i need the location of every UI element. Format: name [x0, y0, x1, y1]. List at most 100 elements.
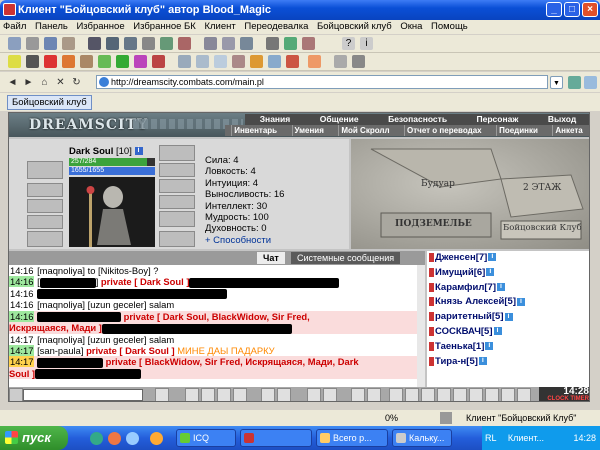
nav-knowledge[interactable]: Знания	[260, 114, 291, 125]
trade-icon[interactable]	[453, 388, 467, 401]
online-user[interactable]: Имущий[6] i	[429, 266, 589, 281]
slot-amulet[interactable]	[27, 183, 63, 197]
player-info-icon[interactable]: i	[134, 147, 143, 156]
start-button[interactable]: пуск	[0, 426, 68, 450]
scroll-icon[interactable]	[178, 55, 191, 68]
leaf-icon[interactable]	[98, 55, 111, 68]
map-label-floor2[interactable]: 2 ЭТАЖ	[523, 183, 561, 193]
ruby-icon[interactable]	[152, 55, 165, 68]
tab-chat[interactable]: Чат	[257, 252, 285, 264]
task-empty[interactable]	[240, 429, 312, 447]
tree-icon[interactable]	[160, 37, 173, 50]
heart-icon[interactable]	[44, 55, 57, 68]
filter-icon[interactable]	[201, 388, 215, 401]
bomb-icon[interactable]	[26, 55, 39, 68]
shield-icon[interactable]	[178, 37, 191, 50]
slot-shield[interactable]	[159, 195, 195, 209]
elixir-icon[interactable]	[268, 55, 281, 68]
user-info-icon[interactable]: i	[488, 253, 497, 262]
fire-icon[interactable]	[62, 55, 75, 68]
menu-fight-club[interactable]: Бойцовский клуб	[314, 21, 395, 32]
player-avatar[interactable]	[69, 177, 155, 247]
menu-favorites-bk[interactable]: Избранное БК	[130, 21, 199, 32]
online-user-name[interactable]: СОСКВАЧ	[435, 326, 481, 337]
chat-text[interactable]: [maqnoliya]	[37, 265, 85, 276]
star-icon[interactable]	[8, 55, 21, 68]
menu-panel[interactable]: Панель	[32, 21, 71, 32]
screen-icon[interactable]	[240, 37, 253, 50]
private-msg-icon[interactable]	[429, 356, 434, 366]
chat-mode-icon[interactable]	[277, 388, 291, 401]
nav-character[interactable]: Персонаж	[477, 114, 519, 125]
timer-icon[interactable]	[469, 388, 483, 401]
user-info-icon[interactable]: i	[504, 312, 513, 321]
maximize-button[interactable]: □	[564, 2, 580, 17]
nav-skills[interactable]: Умения	[291, 125, 326, 136]
chat-text[interactable]: [san-paula]	[37, 345, 83, 356]
book-icon[interactable]	[232, 55, 245, 68]
close-button[interactable]: ×	[582, 2, 598, 17]
map-label-dungeon[interactable]: ПОДЗЕМЕЛЬЕ	[395, 219, 472, 229]
mail-icon[interactable]	[222, 37, 235, 50]
coins-icon[interactable]	[405, 388, 419, 401]
group-icon[interactable]	[124, 37, 137, 50]
info-icon[interactable]: i	[360, 37, 373, 50]
panel-icon[interactable]	[8, 37, 21, 50]
translit-icon[interactable]	[307, 388, 321, 401]
map-label-boudoir[interactable]: Будуар	[421, 179, 455, 189]
url-input[interactable]: http://dreamscity.combats.com/main.pl	[96, 75, 548, 89]
ie-small-icon[interactable]	[584, 76, 597, 89]
private-msg-icon[interactable]	[429, 297, 434, 307]
chat-input[interactable]	[23, 389, 143, 401]
tab-fight-club[interactable]: Бойцовский клуб	[7, 95, 92, 110]
refresh-list-icon[interactable]	[501, 388, 515, 401]
menu-client[interactable]: Клиент	[201, 21, 238, 32]
online-user[interactable]: Карамфил[7] i	[429, 281, 589, 296]
help-icon[interactable]: ?	[342, 37, 355, 50]
nav-security[interactable]: Безопасность	[388, 114, 447, 125]
face-icon[interactable]	[308, 55, 321, 68]
slot-earrings[interactable]	[27, 161, 63, 179]
eraser-icon[interactable]	[185, 388, 199, 401]
map-label-fight-club[interactable]: Бойцовский Клуб	[503, 223, 582, 233]
exit-chat-icon[interactable]	[517, 388, 531, 401]
slot-belt[interactable]	[27, 231, 63, 247]
menu-dressing[interactable]: Переодевалка	[241, 21, 311, 32]
enter-icon[interactable]	[155, 388, 169, 401]
slot-gloves[interactable]	[159, 179, 195, 193]
quicklaunch-app-icon[interactable]	[150, 432, 163, 445]
sound-icon[interactable]	[351, 388, 365, 401]
swords-icon[interactable]	[142, 37, 155, 50]
user-info-icon[interactable]: i	[485, 342, 494, 351]
quicklaunch-browser-icon[interactable]	[108, 432, 121, 445]
online-user[interactable]: Дженсен[7] i	[429, 251, 589, 266]
vial-icon[interactable]	[214, 55, 227, 68]
online-user[interactable]: Тира-н[5] i	[429, 355, 589, 370]
chat-text[interactable]: [maqnoliya]	[37, 299, 85, 310]
chat-text[interactable]: [maqnoliya]	[37, 334, 85, 345]
nav-inventory[interactable]: Инвентарь	[231, 125, 279, 136]
slot-bracers[interactable]	[159, 163, 195, 177]
minimize-button[interactable]: _	[546, 2, 562, 17]
menu-favorites[interactable]: Избранное	[73, 21, 127, 32]
private-msg-icon[interactable]	[429, 312, 434, 322]
slot-armor[interactable]	[27, 215, 63, 229]
channel-icon[interactable]	[217, 388, 231, 401]
private-msg-icon[interactable]	[429, 326, 434, 336]
history-icon[interactable]	[367, 388, 381, 401]
nav-my-scroll[interactable]: Мой Скролл	[338, 125, 391, 136]
private-msg-icon[interactable]	[429, 252, 434, 262]
online-user[interactable]: Таенька[1] i	[429, 340, 589, 355]
private-msg-icon[interactable]	[429, 282, 434, 292]
online-user-name[interactable]: раритетный	[435, 311, 492, 322]
online-user-name[interactable]: Тира-н	[435, 356, 466, 367]
quicklaunch-desktop-icon[interactable]	[126, 432, 139, 445]
online-user[interactable]: Князь Алексей[5] i	[429, 295, 589, 310]
nav-transfers-report[interactable]: Отчет о переводах	[404, 125, 484, 136]
gear-icon[interactable]	[26, 37, 39, 50]
clear-icon[interactable]	[323, 388, 337, 401]
helmet-icon[interactable]	[88, 37, 101, 50]
nav-profile[interactable]: Анкета	[552, 125, 584, 136]
forward-icon[interactable]: ►	[22, 76, 35, 89]
walk-icon[interactable]	[261, 388, 275, 401]
